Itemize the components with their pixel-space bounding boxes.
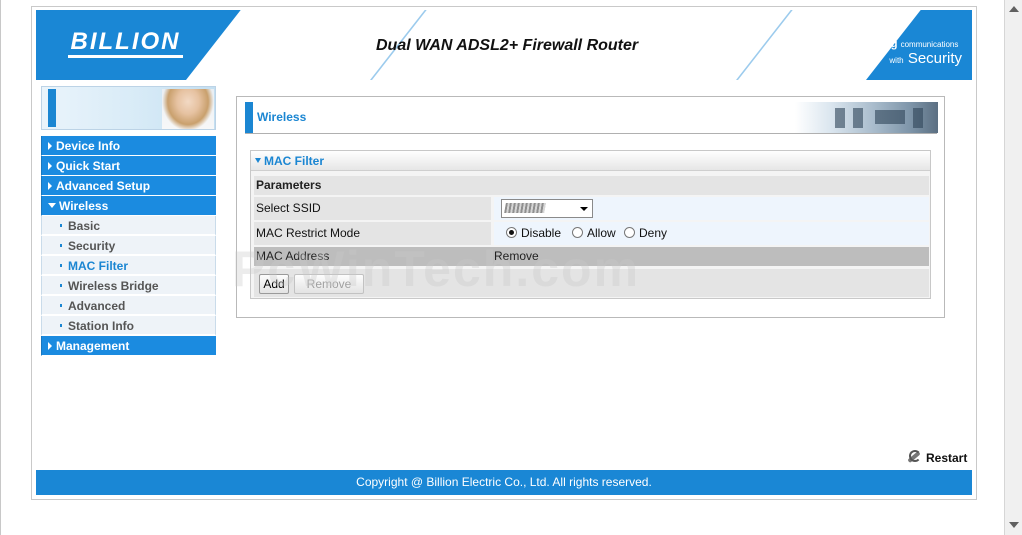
panel-divider: [245, 133, 937, 134]
header-banner: BILLION Dual WAN ADSL2+ Firewall Router …: [36, 10, 972, 80]
sidebar-subitem-label: Advanced: [68, 299, 126, 313]
sidebar-item-management[interactable]: Management: [41, 336, 216, 356]
bullet-icon: [60, 304, 62, 307]
sidebar-subitem-label: Basic: [68, 219, 101, 233]
scroll-up-icon[interactable]: [1009, 6, 1019, 12]
chevron-down-icon: [580, 207, 588, 211]
restart-icon: [906, 449, 922, 465]
bullet-icon: [60, 264, 62, 267]
sidebar-subitem-security[interactable]: Security: [41, 236, 216, 256]
sidebar-subitem-label: Wireless Bridge: [68, 279, 159, 293]
arrow-right-icon: [48, 162, 52, 170]
sidebar-subitem-wireless-bridge[interactable]: Wireless Bridge: [41, 276, 216, 296]
restart-link[interactable]: Restart: [906, 449, 967, 465]
bullet-icon: [60, 284, 62, 287]
sidebar-subitem-mac-filter[interactable]: MAC Filter: [41, 256, 216, 276]
mac-restrict-mode-label: MAC Restrict Mode: [254, 222, 491, 245]
billion-logo: BILLION: [68, 30, 183, 58]
parameters-heading: Parameters: [254, 176, 929, 195]
restart-label: Restart: [926, 451, 968, 465]
swoosh-node-icon: [222, 47, 229, 54]
bullet-icon: [60, 224, 62, 227]
sidebar-item-label: Wireless: [59, 199, 109, 213]
sidebar-item-device-info[interactable]: Device Info: [41, 136, 216, 156]
panel-header-image: [795, 102, 938, 133]
page-title: Wireless: [257, 110, 307, 124]
tagline-security: Security: [907, 50, 962, 67]
add-button[interactable]: Add: [259, 274, 289, 294]
radio-label: Deny: [639, 226, 668, 240]
sidebar-item-wireless[interactable]: Wireless: [41, 196, 216, 216]
sidebar-subitem-basic[interactable]: Basic: [41, 216, 216, 236]
button-bar: Add Remove: [254, 269, 929, 297]
radio-deny[interactable]: Deny: [624, 226, 667, 241]
arrow-right-icon: [48, 182, 52, 190]
bullet-icon: [60, 244, 62, 247]
arrow-down-icon: [48, 203, 56, 208]
banner-accent-bar: [48, 89, 56, 127]
radio-unchecked-icon: [624, 227, 635, 238]
sidebar-item-label: Device Info: [56, 139, 121, 153]
collapse-icon: [255, 158, 261, 163]
mac-filter-section: MAC Filter Parameters Select SSID MAC Re…: [250, 150, 931, 299]
radio-disable[interactable]: Disable: [506, 226, 561, 241]
sidebar-subitem-label: Security: [68, 239, 116, 253]
column-header-remove: Remove: [494, 249, 539, 263]
sidebar-nav: Device Info Quick Start Advanced Setup W…: [41, 136, 216, 356]
ssid-select[interactable]: [501, 199, 593, 218]
sidebar-item-label: Management: [56, 339, 130, 353]
remove-button[interactable]: Remove: [294, 274, 364, 294]
tagline-with: with: [889, 56, 904, 65]
sidebar-subitem-label: Station Info: [68, 319, 134, 333]
sidebar-item-label: Quick Start: [56, 159, 121, 173]
section-header[interactable]: MAC Filter: [251, 151, 930, 171]
product-title: Dual WAN ADSL2+ Firewall Router: [376, 37, 639, 54]
arrow-right-icon: [48, 342, 52, 350]
tagline-communications: communications: [900, 40, 959, 49]
select-ssid-row: Select SSID: [254, 197, 929, 220]
bullet-icon: [60, 324, 62, 327]
sidebar-subitem-advanced[interactable]: Advanced: [41, 296, 216, 316]
scroll-down-icon[interactable]: [1009, 522, 1019, 528]
mac-list-header: MAC Address Remove: [254, 247, 929, 266]
select-ssid-label: Select SSID: [254, 197, 491, 220]
swoosh-node-icon: [784, 72, 791, 79]
tagline-powering: Powering: [848, 38, 898, 50]
vertical-scrollbar[interactable]: [1004, 0, 1022, 535]
mac-restrict-mode-options: Disable Allow Deny: [494, 222, 929, 245]
arrow-right-icon: [48, 142, 52, 150]
radio-label: Allow: [587, 226, 616, 240]
column-header-mac-address: MAC Address: [256, 249, 330, 263]
sidebar-subitem-label: MAC Filter: [68, 259, 128, 273]
radio-checked-icon: [506, 227, 517, 238]
sidebar-item-advanced-setup[interactable]: Advanced Setup: [41, 176, 216, 196]
sidebar-item-quick-start[interactable]: Quick Start: [41, 156, 216, 176]
section-title: MAC Filter: [264, 154, 324, 168]
mac-restrict-mode-row: MAC Restrict Mode Disable Allow Deny: [254, 222, 929, 245]
swoosh-node-icon: [247, 68, 254, 75]
radio-label: Disable: [521, 226, 562, 240]
banner-photo: [162, 89, 214, 129]
sidebar-banner-image: [41, 86, 216, 130]
radio-unchecked-icon: [572, 227, 583, 238]
sidebar-subitem-station-info[interactable]: Station Info: [41, 316, 216, 336]
radio-allow[interactable]: Allow: [572, 226, 616, 241]
panel-accent-bar: [245, 102, 253, 133]
select-ssid-value-cell: [494, 197, 929, 220]
brand-tagline: Powering communications with Security: [848, 37, 966, 68]
ssid-selected-value: [504, 203, 546, 213]
sidebar-item-label: Advanced Setup: [56, 179, 151, 193]
window-left-edge: [0, 0, 1, 535]
footer: Copyright @ Billion Electric Co., Ltd. A…: [36, 470, 972, 495]
swoosh-node-icon: [777, 38, 784, 45]
